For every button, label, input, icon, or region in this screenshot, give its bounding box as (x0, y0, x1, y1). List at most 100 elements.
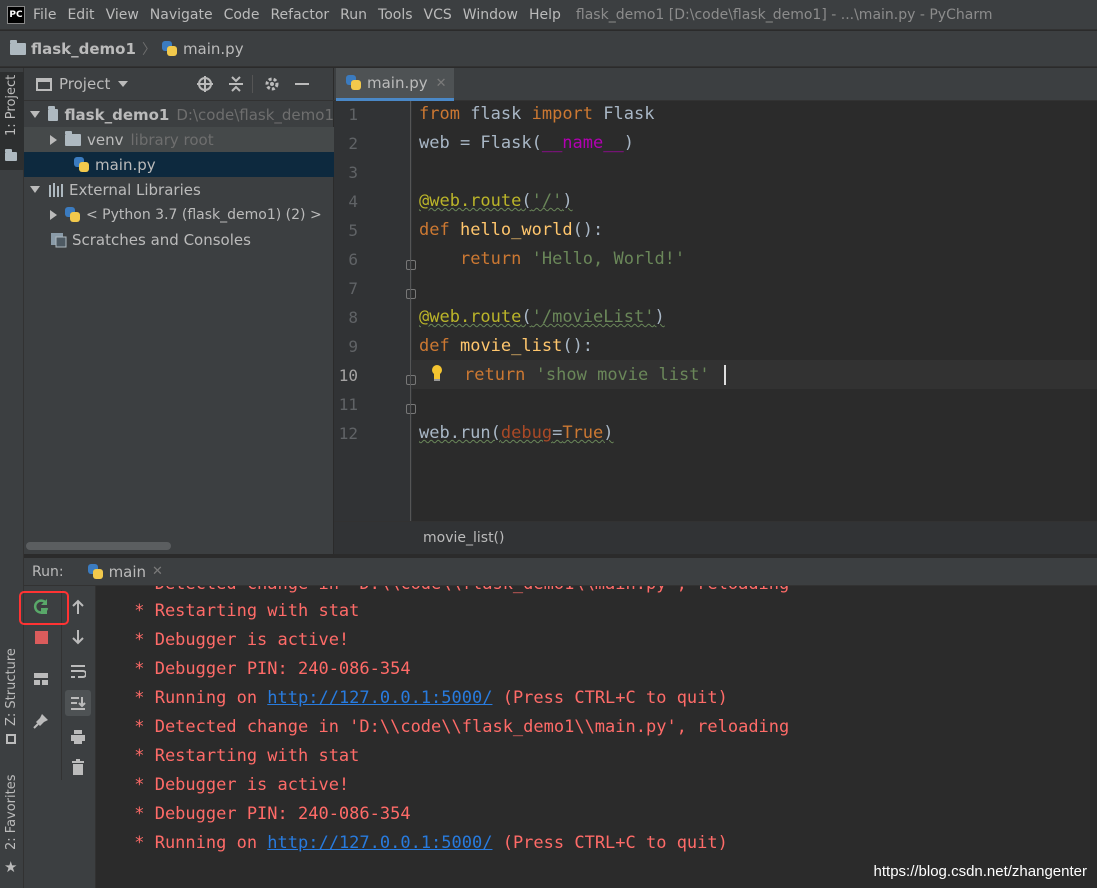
line-number: 4 (348, 192, 358, 211)
python-icon (87, 563, 104, 580)
code-line-5[interactable]: def hello_world(): (419, 220, 603, 240)
pin-icon[interactable] (30, 710, 52, 732)
fold-marker-icon[interactable] (406, 289, 416, 299)
menu-navigate[interactable]: Navigate (150, 7, 213, 23)
tree-item-python-sdk[interactable]: < Python 3.7 (flask_demo1) (2) > (24, 202, 334, 227)
console-line: * Debugger is active! (124, 630, 350, 650)
arrow-down-icon[interactable] (67, 626, 89, 648)
editor-breadcrumb: movie_list() (334, 521, 1097, 554)
console-line: * Debugger PIN: 240-086-354 (124, 659, 411, 679)
tab-main-py[interactable]: main.py ✕ (336, 68, 454, 101)
toolbar-separator (252, 75, 254, 93)
arrow-up-icon[interactable] (67, 596, 89, 618)
menu-help[interactable]: Help (529, 7, 561, 23)
structure-tool-button[interactable]: Z: Structure (0, 648, 24, 750)
gear-icon[interactable] (263, 75, 281, 93)
menu-run[interactable]: Run (340, 7, 367, 23)
close-icon[interactable]: ✕ (152, 564, 163, 579)
code-line-8[interactable]: @web.route('/movieList') (419, 307, 665, 327)
run-panel-header: Run: main ✕ (24, 558, 1097, 586)
breadcrumb-file[interactable]: main.py (183, 40, 244, 58)
tree-item-main-py[interactable]: main.py (24, 152, 334, 177)
breadcrumb-project[interactable]: flask_demo1 (31, 40, 136, 58)
code-line-12[interactable]: web.run(debug=True) (419, 423, 614, 443)
menu-code[interactable]: Code (224, 7, 260, 23)
console-line-partial: * Detected change in 'D:\\code\\flask_de… (124, 586, 789, 594)
menu-vcs[interactable]: VCS (424, 7, 452, 23)
menu-edit[interactable]: Edit (67, 7, 94, 23)
code-line-1[interactable]: from flask import Flask (419, 104, 654, 124)
line-number: 3 (348, 163, 358, 182)
project-view-label[interactable]: Project (59, 75, 110, 93)
menu-window[interactable]: Window (463, 7, 518, 23)
console-output[interactable]: * Detected change in 'D:\\code\\flask_de… (96, 586, 1097, 888)
code-line-9[interactable]: def movie_list(): (419, 336, 593, 356)
tree-item-external-libraries[interactable]: External Libraries (24, 177, 334, 202)
tree-item-hint: library root (130, 130, 214, 149)
tree-item-venv[interactable]: venv library root (24, 127, 334, 152)
editor-gutter: 1 2 3 4 5 6 7 8 9 10 11 12 (334, 101, 416, 521)
folder-icon (10, 39, 26, 55)
breadcrumb-function[interactable]: movie_list() (423, 530, 504, 546)
fold-marker-icon[interactable] (406, 375, 416, 385)
scratches-icon (50, 232, 68, 248)
watermark: https://blog.csdn.net/zhangenter (873, 863, 1087, 880)
line-number: 11 (338, 395, 358, 414)
scroll-to-end-icon[interactable] (65, 690, 91, 716)
locate-target-icon[interactable] (196, 75, 214, 93)
fold-marker-icon[interactable] (406, 404, 416, 414)
structure-tool-label: Z: Structure (4, 648, 19, 726)
lightbulb-icon[interactable] (431, 364, 443, 382)
favorites-tool-label: 2: Favorites (4, 774, 19, 850)
code-line-2[interactable]: web = Flask(__name__) (419, 133, 634, 153)
menu-file[interactable]: File (33, 7, 56, 23)
chevron-down-icon[interactable] (30, 111, 40, 118)
console-line: * Restarting with stat (124, 746, 360, 766)
folder-icon (5, 149, 17, 161)
panel-window-icon (36, 77, 52, 91)
code-line-10[interactable]: return 'show movie list' (464, 365, 710, 385)
stop-icon[interactable] (30, 626, 52, 648)
breadcrumb-separator: 〉 (141, 41, 156, 58)
project-panel-header: Project (24, 68, 334, 101)
trash-icon[interactable] (67, 756, 89, 778)
menu-view[interactable]: View (106, 7, 139, 23)
minimize-icon[interactable] (295, 83, 310, 85)
tree-item-label: External Libraries (69, 180, 201, 199)
horizontal-scrollbar[interactable] (26, 542, 171, 550)
run-tab-main[interactable]: main (109, 563, 146, 581)
collapse-all-icon[interactable] (228, 75, 244, 93)
tree-item-scratches[interactable]: Scratches and Consoles (24, 227, 334, 252)
soft-wrap-icon[interactable] (67, 660, 89, 682)
line-number: 2 (348, 134, 358, 153)
line-number: 12 (338, 424, 358, 443)
close-icon[interactable]: ✕ (436, 76, 447, 91)
tree-item-project-root[interactable]: flask_demo1 D:\code\flask_demo1 (24, 102, 334, 127)
console-line: * Running on http://127.0.0.1:5000/ (Pre… (124, 833, 728, 853)
chevron-down-icon[interactable] (30, 186, 40, 193)
project-tool-label: 1: Project (4, 74, 19, 136)
chevron-right-icon[interactable] (50, 134, 57, 145)
print-icon[interactable] (67, 726, 89, 748)
navigation-bar: flask_demo1 〉 main.py (0, 31, 1097, 67)
chevron-down-icon[interactable] (118, 81, 129, 87)
console-link[interactable]: http://127.0.0.1:5000/ (267, 833, 492, 853)
python-file-icon (346, 75, 362, 91)
text-caret (724, 365, 726, 385)
menu-bar: PC File Edit View Navigate Code Refactor… (0, 0, 1097, 30)
favorites-tool-button[interactable]: 2: Favorites ★ (0, 774, 24, 884)
code-line-6[interactable]: return 'Hello, World!' (419, 249, 685, 269)
chevron-right-icon[interactable] (50, 209, 57, 220)
folder-icon (48, 105, 59, 121)
project-tool-button[interactable]: 1: Project (0, 72, 24, 170)
rerun-highlight-box (19, 591, 69, 625)
menu-refactor[interactable]: Refactor (270, 7, 329, 23)
menu-tools[interactable]: Tools (378, 7, 413, 23)
tree-item-label: flask_demo1 (64, 105, 170, 124)
console-link[interactable]: http://127.0.0.1:5000/ (267, 688, 492, 708)
line-number: 8 (348, 308, 358, 327)
fold-marker-icon[interactable] (406, 260, 416, 270)
code-line-4[interactable]: @web.route('/') (419, 191, 573, 211)
layout-icon[interactable] (30, 668, 52, 690)
line-number: 9 (348, 337, 358, 356)
